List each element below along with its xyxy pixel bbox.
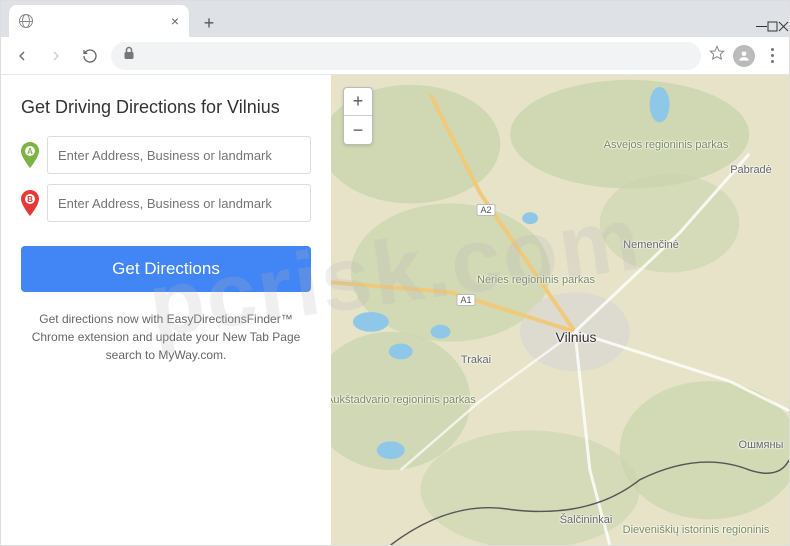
map-label-trakai: Trakai — [461, 354, 491, 366]
zoom-out-button[interactable]: − — [344, 116, 372, 144]
tab-bar: × + — [1, 1, 789, 37]
destination-input[interactable] — [47, 184, 311, 222]
pin-b-icon: B — [21, 190, 39, 216]
page-content: Get Driving Directions for Vilnius A B G… — [1, 75, 789, 545]
profile-avatar-button[interactable] — [733, 45, 755, 67]
bookmark-star-icon[interactable] — [709, 45, 725, 66]
zoom-control: + − — [343, 87, 373, 145]
map-label-pabrade: Pabradė — [730, 164, 772, 176]
browser-tab[interactable]: × — [9, 5, 189, 37]
map-label-salcininkai: Šalčininkai — [560, 514, 613, 526]
pin-a-icon: A — [21, 142, 39, 168]
origin-row: A — [21, 136, 311, 174]
window-maximize-button[interactable] — [767, 19, 778, 37]
nav-back-button[interactable] — [9, 43, 35, 69]
map-label-neries: Neries regioninis parkas — [477, 274, 595, 286]
zoom-in-button[interactable]: + — [344, 88, 372, 116]
omnibox[interactable] — [111, 42, 701, 70]
sidebar-heading: Get Driving Directions for Vilnius — [21, 97, 311, 118]
nav-reload-button[interactable] — [77, 43, 103, 69]
svg-text:B: B — [27, 195, 33, 204]
lock-icon — [123, 46, 135, 65]
destination-row: B — [21, 184, 311, 222]
new-tab-button[interactable]: + — [195, 9, 223, 37]
window-close-button[interactable] — [778, 19, 789, 37]
map-label-aukstadvario: Aukštadvario regioninis parkas — [331, 394, 476, 406]
svg-text:A: A — [27, 147, 33, 156]
nav-forward-button[interactable] — [43, 43, 69, 69]
road-badge-a2: A2 — [476, 204, 495, 216]
get-directions-button[interactable]: Get Directions — [21, 246, 311, 292]
map-label-oshmyany: Ошмяны — [739, 439, 784, 451]
map-canvas[interactable]: + − Vilnius Trakai Nemenčinė Pabradė Šal… — [331, 75, 789, 545]
address-bar — [1, 37, 789, 75]
directions-sidebar: Get Driving Directions for Vilnius A B G… — [1, 75, 331, 545]
map-label-vilnius: Vilnius — [556, 329, 597, 345]
origin-input[interactable] — [47, 136, 311, 174]
browser-menu-button[interactable] — [763, 48, 781, 63]
map-label-nemencine: Nemenčinė — [623, 239, 679, 251]
close-tab-icon[interactable]: × — [171, 13, 179, 29]
window-minimize-button[interactable] — [756, 19, 767, 37]
road-badge-a1: A1 — [456, 294, 475, 306]
map-label-dieveniskiu: Dieveniškių istorinis regioninis — [623, 524, 770, 536]
promo-blurb: Get directions now with EasyDirectionsFi… — [21, 310, 311, 364]
globe-icon — [19, 14, 33, 28]
map-label-asvejos: Asvejos regioninis parkas — [604, 139, 729, 151]
